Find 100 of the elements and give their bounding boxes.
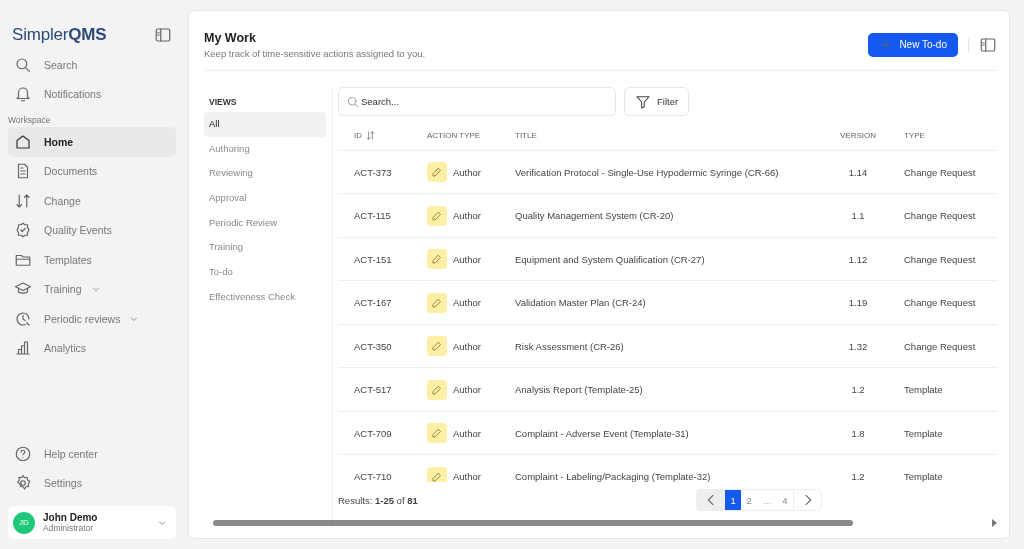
table-row[interactable]: ACT-151 Author Equipment and System Qualification (CR-27) 1.12 Change Request (338, 237, 997, 281)
table-cell: Risk Assessment (CR-26) (514, 324, 824, 368)
column-header: TYPE (892, 120, 997, 151)
table-row[interactable]: ACT-115 Author Quality Management System (CR-20) 1.1 Change Request (338, 193, 997, 238)
bell-icon (14, 85, 32, 104)
nav-item[interactable]: Settings (8, 468, 176, 498)
nav-item[interactable]: Help center (8, 439, 176, 469)
new-todo-button[interactable]: New To-do (868, 32, 958, 57)
results-count: Results: 1-25 of 81 (338, 494, 419, 506)
section-label: Workspace (8, 115, 52, 125)
pencil-icon (427, 205, 447, 226)
table-cell: Change Request (892, 193, 997, 238)
nav-item[interactable]: Notifications (8, 79, 176, 109)
next-page-button[interactable] (793, 490, 821, 511)
table-cell: ACT-115 (338, 193, 426, 238)
search-icon (346, 95, 360, 109)
table-cell: Template (892, 454, 997, 483)
table-row[interactable]: ACT-373 Author Verification Protocol - Single-Use Hypodermic Syringe (CR-66) 1.14 Change Request (338, 150, 997, 194)
table-cell: Analysis Report (Template-25) (514, 367, 824, 412)
pencil-icon (427, 336, 447, 356)
plus-icon (879, 37, 894, 52)
user-menu[interactable]: JD John Demo Administrator (8, 506, 176, 539)
pencil-icon (427, 423, 447, 443)
sidebar-toggle-icon (979, 35, 997, 54)
filter-button[interactable]: Filter (624, 87, 690, 117)
action-type: Author (453, 297, 481, 308)
table-row[interactable]: ACT-167 Author Validation Master Plan (CR-24) 1.19 Change Request (338, 280, 997, 325)
table-cell: 1.12 (824, 237, 892, 281)
table-cell: ACT-167 (338, 280, 426, 325)
column-header: ACTION TYPE (426, 120, 514, 151)
table-cell: 1.1 (824, 193, 892, 238)
filter-icon (635, 93, 651, 110)
previous-page-button[interactable] (697, 490, 726, 511)
action-type: Author (453, 427, 481, 439)
view-item[interactable]: Training (204, 235, 326, 261)
page-button[interactable]: 1 (725, 490, 742, 511)
page-ellipsis: ... (762, 494, 772, 506)
table-cell: 1.32 (824, 324, 892, 368)
nav-item[interactable]: Quality Events (8, 215, 176, 245)
table-cell: 1.19 (824, 280, 892, 325)
pencil-icon (427, 249, 447, 269)
table-cell: Quality Management System (CR-20) (514, 193, 824, 238)
view-item[interactable]: Approval (204, 186, 326, 211)
view-item[interactable]: Authoring (204, 136, 326, 162)
table-cell: Change Request (892, 150, 997, 194)
nav-item[interactable]: Home (8, 127, 176, 157)
nav-item[interactable]: Training (8, 274, 176, 304)
column-header[interactable]: ID (338, 120, 426, 151)
logo: SimplerQMS (12, 24, 107, 45)
table-cell: Change Request (892, 280, 997, 325)
views-heading: VIEWS (208, 97, 238, 109)
table-cell: ACT-373 (338, 150, 426, 194)
nav-item[interactable]: Change (8, 186, 176, 216)
nav-item[interactable]: Analytics (8, 333, 176, 363)
clock-icon (14, 309, 32, 328)
avatar: JD (13, 511, 35, 534)
table-cell: ACT-517 (338, 367, 426, 412)
column-header: TITLE (514, 120, 824, 151)
nav-item[interactable]: Templates (8, 245, 176, 275)
arrows-icon (14, 191, 32, 210)
nav-item[interactable]: Periodic reviews (8, 304, 176, 334)
page-subtitle: Keep track of time-sensitive actions assigned to you. (204, 47, 427, 59)
view-item[interactable]: All (204, 112, 326, 137)
horizontal-scrollbar[interactable] (213, 518, 997, 528)
user-name: John Demo (43, 512, 99, 523)
view-item[interactable]: Reviewing (204, 161, 326, 187)
view-item[interactable]: Effectiveness Check (204, 284, 326, 310)
table-row[interactable]: ACT-350 Author Risk Assessment (CR-26) 1.32 Change Request (338, 324, 997, 368)
table-row[interactable]: ACT-517 Author Analysis Report (Template-25) 1.2 Template (338, 367, 997, 412)
action-type: Author (453, 471, 481, 482)
view-item[interactable]: To-do (204, 260, 326, 285)
table-cell: Change Request (892, 324, 997, 368)
table-cell: Change Request (892, 237, 997, 281)
table-cell: Template (892, 411, 997, 455)
help-icon (14, 444, 32, 463)
table-cell: 1.14 (824, 150, 892, 194)
table-cell: Verification Protocol - Single-Use Hypodermic Syringe (CR-66) (514, 150, 824, 194)
pencil-icon (427, 162, 447, 182)
nav-item[interactable]: Documents (8, 156, 176, 186)
page-title: My Work (204, 30, 257, 45)
view-item[interactable]: Periodic Review (204, 210, 326, 236)
search-field[interactable]: Search... (338, 87, 616, 117)
table-cell: 1.2 (824, 367, 892, 412)
user-role: Administrator (43, 523, 95, 533)
table-cell: ACT-350 (338, 324, 426, 368)
table-cell: 1.8 (824, 411, 892, 455)
action-type: Author (453, 166, 481, 178)
pencil-icon (427, 466, 447, 483)
table-cell: Validation Master Plan (CR-24) (514, 280, 824, 325)
pencil-icon (427, 292, 447, 313)
action-type: Author (453, 253, 481, 265)
action-type: Author (453, 210, 481, 221)
sort-icon (365, 129, 376, 141)
table-cell: 1.2 (824, 454, 892, 483)
action-type: Author (453, 384, 481, 395)
table-row[interactable]: ACT-709 Author Complaint - Adverse Event (Template-31) 1.8 Template (338, 411, 997, 455)
pencil-icon (427, 379, 447, 400)
sidebar-toggle-icon (154, 25, 172, 44)
badge-check-icon (14, 221, 32, 240)
nav-item[interactable]: Search (8, 50, 176, 80)
